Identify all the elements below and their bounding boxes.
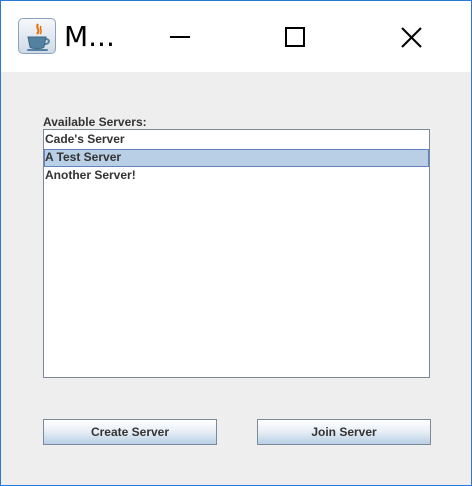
window-title: M... bbox=[64, 20, 115, 53]
close-button[interactable] bbox=[381, 1, 441, 72]
java-cup-icon bbox=[18, 18, 56, 54]
app-window: M... Available Servers: Cade's Server A … bbox=[0, 0, 472, 486]
title-bar[interactable]: M... bbox=[1, 1, 471, 72]
list-item-selected[interactable]: A Test Server bbox=[44, 149, 429, 167]
list-item[interactable]: Cade's Server bbox=[44, 131, 429, 149]
join-server-button[interactable]: Join Server bbox=[257, 419, 431, 445]
list-item[interactable]: Another Server! bbox=[44, 167, 429, 185]
maximize-icon bbox=[285, 27, 305, 47]
minimize-icon bbox=[170, 36, 190, 38]
maximize-button[interactable] bbox=[264, 1, 324, 72]
server-list[interactable]: Cade's Server A Test Server Another Serv… bbox=[43, 129, 430, 378]
available-servers-label: Available Servers: bbox=[43, 115, 147, 129]
close-icon bbox=[401, 27, 422, 48]
minimize-button[interactable] bbox=[150, 1, 210, 72]
create-server-button[interactable]: Create Server bbox=[43, 419, 217, 445]
